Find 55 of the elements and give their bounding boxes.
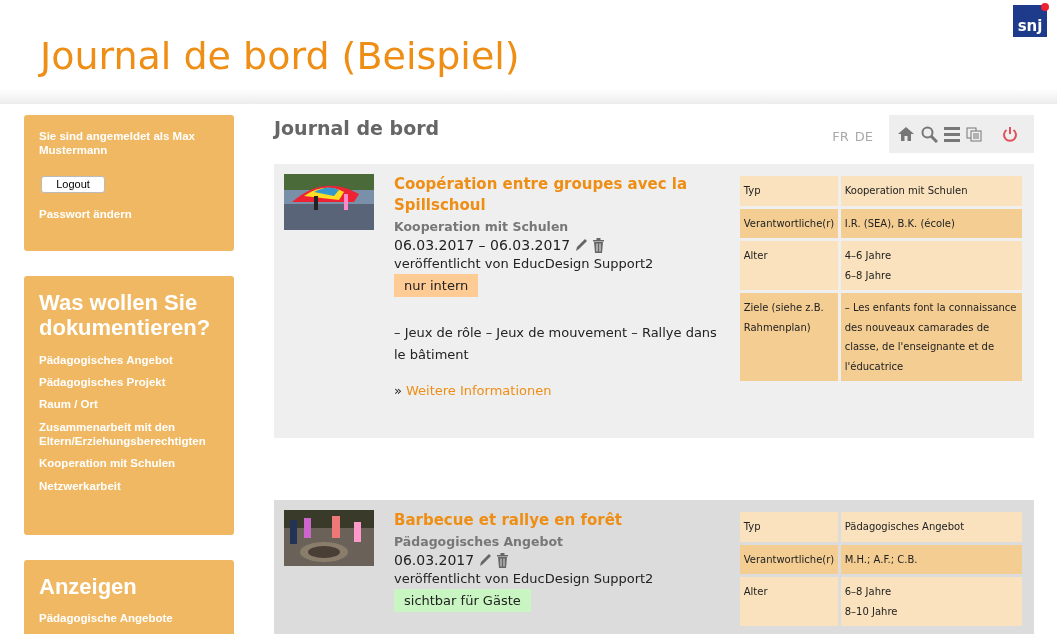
menu-heading: Anzeigen	[39, 574, 138, 600]
detail-value: M.H.; A.F.; C.B.	[844, 552, 919, 567]
detail-value: I.R. (SEA), B.K. (école)	[844, 216, 956, 231]
detail-value: Kooperation mit Schulen	[844, 184, 969, 198]
logout-button[interactable]: Logout	[41, 175, 105, 193]
detail-label: Verantwortliche(r)	[739, 544, 838, 574]
menu-link[interactable]: Kooperation mit Schulen	[39, 456, 228, 471]
detail-value: 6–8 Jahre	[844, 268, 893, 283]
more-info-link[interactable]: Weitere Informationen	[405, 383, 552, 399]
pencil-icon[interactable]	[478, 552, 493, 568]
trash-icon[interactable]	[592, 237, 606, 253]
more-prefix: »	[394, 383, 402, 399]
entry-date: 06.03.2017	[394, 552, 475, 568]
detail-label: Ziele (siehe z.B. Rahmenplan)	[739, 293, 838, 381]
copy-icon[interactable]	[966, 126, 982, 142]
detail-value: 6–8 Jahre	[844, 585, 893, 599]
menu-link[interactable]: Raum / Ort	[39, 397, 228, 412]
trash-icon[interactable]	[496, 552, 510, 568]
page-title: Journal de bord (Beispiel)	[40, 33, 520, 78]
entry-author: veröffentlicht von EducDesign Support2	[394, 571, 655, 586]
pencil-icon[interactable]	[574, 237, 589, 253]
entry-category: Kooperation mit Schulen	[394, 219, 570, 234]
entry-title[interactable]: Coopération entre groupes avec la Spillschoul	[394, 174, 720, 216]
detail-value: 8–10 Jahre	[844, 604, 899, 619]
detail-label: Verantwortliche(r)	[739, 208, 838, 238]
menu-icon[interactable]	[944, 126, 960, 142]
visibility-badge: nur intern	[394, 274, 479, 297]
detail-label: Alter	[739, 577, 838, 626]
entry-title[interactable]: Barbecue et rallye en forêt	[394, 510, 720, 531]
section-title: Journal de bord	[274, 116, 441, 139]
detail-label: Typ	[739, 512, 838, 542]
detail-value: 4–6 Jahre	[844, 249, 893, 263]
home-icon[interactable]	[897, 126, 915, 142]
entry-description: – Jeux de rôle – Jeux de mouvement – Rallye dans le bâtiment	[394, 324, 718, 365]
detail-value: – Les enfants font la connaissance des nouveaux camarades de classe, de l'enseignante et de l'éducatrice	[844, 301, 1018, 374]
language-link[interactable]: FR	[832, 129, 849, 144]
menu-link[interactable]: Pädagogisches Angebot	[39, 352, 228, 367]
visibility-badge: sichtbar für Gäste	[394, 589, 531, 612]
entry-category: Pädagogisches Angebot	[394, 534, 564, 549]
language-link[interactable]: DE	[854, 129, 873, 144]
login-status: Sie sind angemeldet als Max Mustermann	[39, 129, 196, 158]
menu-link[interactable]: Zusammenarbeit mit den Eltern/Erziehungsberechtigten	[39, 419, 228, 449]
change-password-link[interactable]: Passwort ändern	[39, 206, 228, 222]
menu-link[interactable]: Pädagogisches Projekt	[39, 374, 228, 390]
detail-label: Alter	[739, 241, 838, 290]
menu-link[interactable]: Pädagogische Angebote	[39, 611, 228, 626]
menu-heading: Was wollen Sie dokumentieren?	[39, 290, 212, 341]
logo[interactable]: snj	[1013, 5, 1047, 37]
detail-label: Typ	[739, 176, 838, 206]
entry-author: veröffentlicht von EducDesign Support2	[394, 256, 655, 271]
search-icon[interactable]	[921, 125, 938, 143]
detail-value: Pädagogisches Angebot	[844, 520, 966, 534]
entry-date: 06.03.2017 – 06.03.2017	[394, 237, 571, 253]
menu-link[interactable]: Netzwerkarbeit	[39, 478, 228, 494]
power-icon[interactable]	[1002, 125, 1018, 143]
